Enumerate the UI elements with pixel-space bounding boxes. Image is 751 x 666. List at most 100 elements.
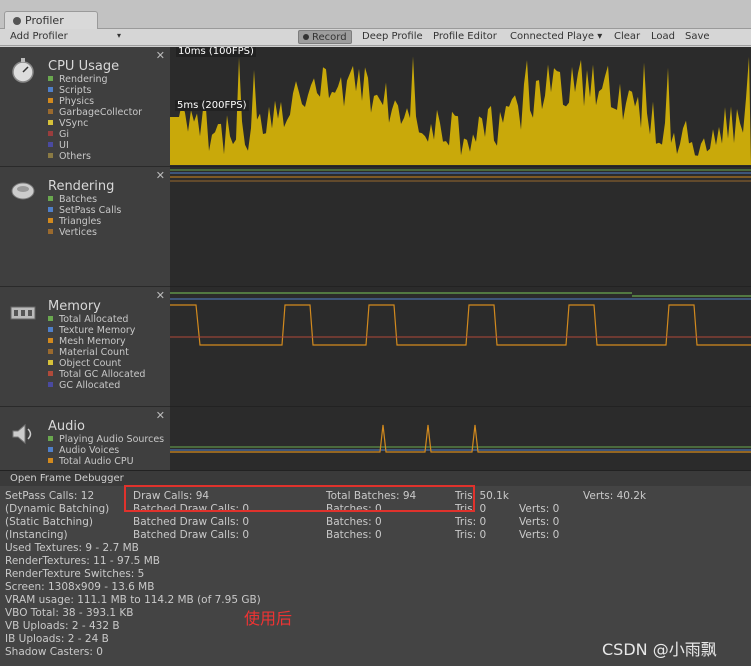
stat-vbo: VBO Total: 38 - 393.1 KB [5, 607, 134, 619]
legend-label: Material Count [59, 347, 129, 358]
save-button[interactable]: Save [685, 31, 710, 42]
stat-rt-switches: RenderTexture Switches: 5 [5, 568, 145, 580]
legend-item[interactable]: Playing Audio Sources [48, 434, 164, 445]
legend-item[interactable]: GarbageCollector [48, 107, 142, 118]
legend-item[interactable]: Batches [48, 194, 121, 205]
legend-item[interactable]: Gi [48, 129, 142, 140]
watermark: CSDN @小雨飘 [602, 640, 717, 659]
legend-item[interactable]: Total GC Allocated [48, 369, 145, 380]
stat-instancing-tris: Tris: 0 [455, 529, 487, 541]
legend-swatch [48, 382, 53, 387]
legend-label: Total Audio CPU [59, 456, 134, 467]
clear-button[interactable]: Clear [614, 31, 640, 42]
close-icon[interactable]: ✕ [156, 49, 165, 62]
legend-swatch [48, 76, 53, 81]
add-profiler-dropdown[interactable]: Add Profiler [10, 31, 68, 42]
close-icon[interactable]: ✕ [156, 169, 165, 182]
open-frame-debugger-button[interactable]: Open Frame Debugger [0, 470, 751, 486]
record-toggle[interactable]: Record [298, 30, 352, 44]
legend-swatch [48, 218, 53, 223]
load-button[interactable]: Load [651, 31, 675, 42]
legend-item[interactable]: Audio Voices [48, 445, 164, 456]
legend-item[interactable]: Scripts [48, 85, 142, 96]
legend-item[interactable]: Rendering [48, 74, 142, 85]
audio-legend: Playing Audio Sources Audio Voices Total… [48, 434, 164, 467]
profiler-graph-area[interactable]: 10ms (100FPS) 5ms (200FPS) [170, 47, 751, 470]
legend-swatch [48, 436, 53, 441]
cpu-legend: Rendering Scripts Physics GarbageCollect… [48, 74, 142, 162]
stat-static-tris: Tris: 0 [455, 516, 487, 528]
module-memory[interactable]: Memory ✕ Total Allocated Texture Memory … [0, 287, 170, 407]
legend-label: Total GC Allocated [59, 369, 146, 380]
legend-label: Gi [59, 129, 70, 140]
rendering-legend: Batches SetPass Calls Triangles Vertices [48, 194, 121, 238]
legend-item[interactable]: Material Count [48, 347, 145, 358]
stat-ib-uploads: IB Uploads: 2 - 24 B [5, 633, 109, 645]
legend-swatch [48, 338, 53, 343]
legend-item[interactable]: VSync [48, 118, 142, 129]
module-cpu-usage[interactable]: CPU Usage ✕ Rendering Scripts Physics Ga… [0, 47, 170, 167]
legend-label: Batches [59, 194, 98, 205]
legend-item[interactable]: Total Allocated [48, 314, 145, 325]
profiler-icon [13, 17, 21, 25]
module-title: Memory [48, 299, 101, 314]
cpu-5ms-label: 5ms (200FPS) [175, 100, 249, 111]
legend-item[interactable]: Others [48, 151, 142, 162]
module-rendering[interactable]: Rendering ✕ Batches SetPass Calls Triang… [0, 167, 170, 287]
stat-dynamic: (Dynamic Batching) [5, 503, 110, 515]
memory-chip-icon [10, 306, 36, 320]
tab-profiler[interactable]: Profiler [4, 11, 98, 29]
profile-editor-toggle[interactable]: Profile Editor [433, 31, 497, 42]
memory-graph[interactable] [170, 287, 751, 407]
teapot-icon [11, 182, 35, 200]
legend-label: Audio Voices [59, 445, 120, 456]
rendering-graph[interactable] [170, 167, 751, 287]
speaker-icon [12, 423, 32, 445]
stat-screen: Screen: 1308x909 - 13.6 MB [5, 581, 155, 593]
legend-label: Others [59, 151, 91, 162]
legend-item[interactable]: Vertices [48, 227, 121, 238]
deep-profile-toggle[interactable]: Deep Profile [362, 31, 423, 42]
stat-shadow-casters: Shadow Casters: 0 [5, 646, 103, 658]
legend-swatch [48, 142, 53, 147]
cpu-usage-graph[interactable]: 10ms (100FPS) 5ms (200FPS) [170, 47, 751, 167]
legend-item[interactable]: Mesh Memory [48, 336, 145, 347]
legend-item[interactable]: Total Audio CPU [48, 456, 164, 467]
legend-swatch [48, 153, 53, 158]
cpu-10ms-label: 10ms (100FPS) [176, 47, 256, 57]
window-tab-bar: Profiler [0, 0, 751, 29]
legend-item[interactable]: Object Count [48, 358, 145, 369]
module-title: Audio [48, 419, 85, 434]
legend-label: UI [59, 140, 69, 151]
cpu-area-series [170, 56, 751, 165]
audio-graph[interactable] [170, 407, 751, 470]
legend-item[interactable]: Texture Memory [48, 325, 145, 336]
tab-profiler-label: Profiler [25, 14, 64, 27]
annotation-label: 使用后 [244, 609, 293, 628]
connected-player-dropdown[interactable]: Connected Playe ▾ [510, 31, 602, 42]
module-audio[interactable]: Audio ✕ Playing Audio Sources Audio Voic… [0, 407, 170, 470]
stat-static-batches: Batches: 0 [326, 516, 382, 528]
close-icon[interactable]: ✕ [156, 409, 165, 422]
legend-item[interactable]: SetPass Calls [48, 205, 121, 216]
legend-item[interactable]: Triangles [48, 216, 121, 227]
module-title: Rendering [48, 179, 115, 194]
legend-swatch [48, 229, 53, 234]
stat-static: (Static Batching) [5, 516, 93, 528]
legend-swatch [48, 371, 53, 376]
legend-item[interactable]: UI [48, 140, 142, 151]
stat-instancing-verts: Verts: 0 [519, 529, 560, 541]
legend-swatch [48, 87, 53, 92]
legend-swatch [48, 327, 53, 332]
cpu-graph-svg [170, 56, 751, 165]
close-icon[interactable]: ✕ [156, 289, 165, 302]
connected-player-label: Connected Playe [510, 31, 595, 42]
legend-label: Rendering [59, 74, 108, 85]
chevron-down-icon: ▾ [597, 31, 603, 42]
stopwatch-icon [12, 58, 34, 83]
module-title: CPU Usage [48, 59, 120, 74]
stat-used-textures: Used Textures: 9 - 2.7 MB [5, 542, 139, 554]
audio-graph-svg [170, 424, 751, 453]
legend-item[interactable]: GC Allocated [48, 380, 145, 391]
legend-item[interactable]: Physics [48, 96, 142, 107]
